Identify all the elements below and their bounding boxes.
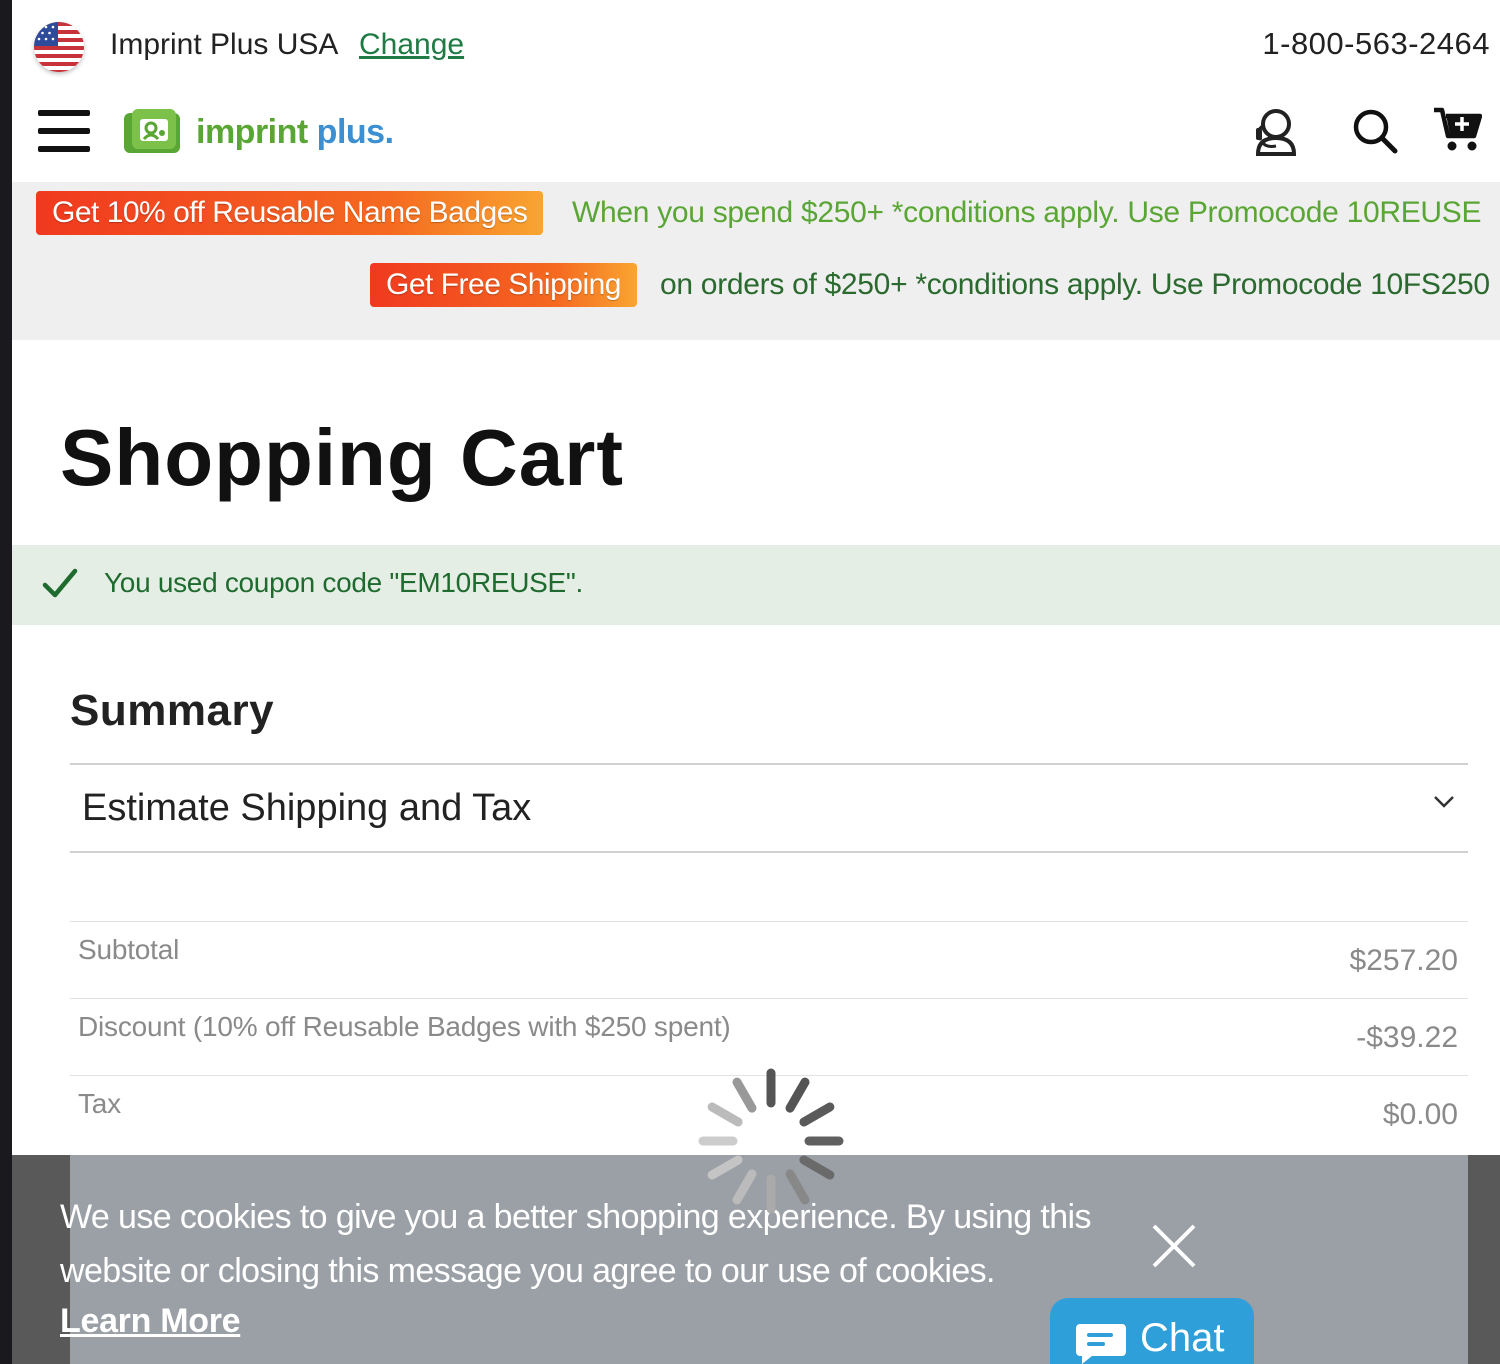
hamburger-menu-icon[interactable] bbox=[38, 110, 90, 152]
chevron-down-icon bbox=[1434, 796, 1454, 808]
site-header: imprint plus. bbox=[12, 92, 1500, 182]
discount-row: Discount (10% off Reusable Badges with $… bbox=[70, 998, 1468, 1075]
close-icon[interactable] bbox=[1150, 1222, 1198, 1270]
subtotal-label: Subtotal bbox=[78, 934, 180, 965]
chat-button[interactable]: Chat bbox=[1050, 1298, 1254, 1364]
store-region-label: Imprint Plus USA bbox=[110, 28, 339, 61]
account-icon[interactable] bbox=[1252, 106, 1300, 163]
summary-title: Summary bbox=[70, 686, 275, 735]
site-logo[interactable]: imprint plus. bbox=[120, 106, 394, 158]
logo-icon bbox=[124, 109, 180, 153]
promo-text-reusable: When you spend $250+ *conditions apply. … bbox=[572, 196, 1482, 229]
promo-badge-shipping[interactable]: Get Free Shipping bbox=[370, 263, 637, 307]
subtotal-value: $257.20 bbox=[1349, 944, 1458, 977]
tax-value: $0.00 bbox=[1382, 1098, 1458, 1131]
coupon-success-message: You used coupon code "EM10REUSE". bbox=[12, 545, 1500, 625]
change-region-link[interactable]: Change bbox=[359, 28, 464, 62]
subtotal-row: Subtotal $257.20 bbox=[70, 921, 1468, 998]
tax-label: Tax bbox=[78, 1088, 121, 1119]
cookie-message: We use cookies to give you a better shop… bbox=[60, 1198, 1092, 1290]
checkmark-icon bbox=[42, 568, 78, 598]
page: Imprint Plus USA Change 1-800-563-2464 i… bbox=[12, 0, 1500, 1364]
promo-banner: Get 10% off Reusable Name Badges When yo… bbox=[12, 182, 1500, 340]
discount-label: Discount (10% off Reusable Badges with $… bbox=[78, 1011, 731, 1042]
page-title: Shopping Cart bbox=[60, 413, 625, 502]
promo-text-shipping: on orders of $250+ *conditions apply. Us… bbox=[660, 268, 1490, 301]
logo-wordmark: imprint plus. bbox=[196, 112, 394, 151]
top-bar: Imprint Plus USA Change 1-800-563-2464 bbox=[12, 0, 1500, 92]
loading-spinner-icon bbox=[698, 1068, 844, 1214]
chat-label: Chat bbox=[1140, 1316, 1225, 1360]
chat-bubble-icon bbox=[1076, 1324, 1126, 1364]
search-icon[interactable] bbox=[1352, 108, 1398, 159]
window-edge bbox=[0, 0, 12, 1364]
phone-number[interactable]: 1-800-563-2464 bbox=[1262, 26, 1490, 62]
estimate-shipping-label: Estimate Shipping and Tax bbox=[82, 787, 532, 829]
learn-more-link[interactable]: Learn More bbox=[60, 1302, 241, 1341]
coupon-message-text: You used coupon code "EM10REUSE". bbox=[104, 567, 584, 598]
estimate-shipping-toggle[interactable]: Estimate Shipping and Tax bbox=[70, 763, 1468, 853]
us-flag-icon bbox=[34, 22, 84, 72]
discount-value: -$39.22 bbox=[1356, 1021, 1458, 1054]
promo-badge-reusable[interactable]: Get 10% off Reusable Name Badges bbox=[36, 191, 544, 235]
cart-icon[interactable] bbox=[1432, 106, 1483, 159]
